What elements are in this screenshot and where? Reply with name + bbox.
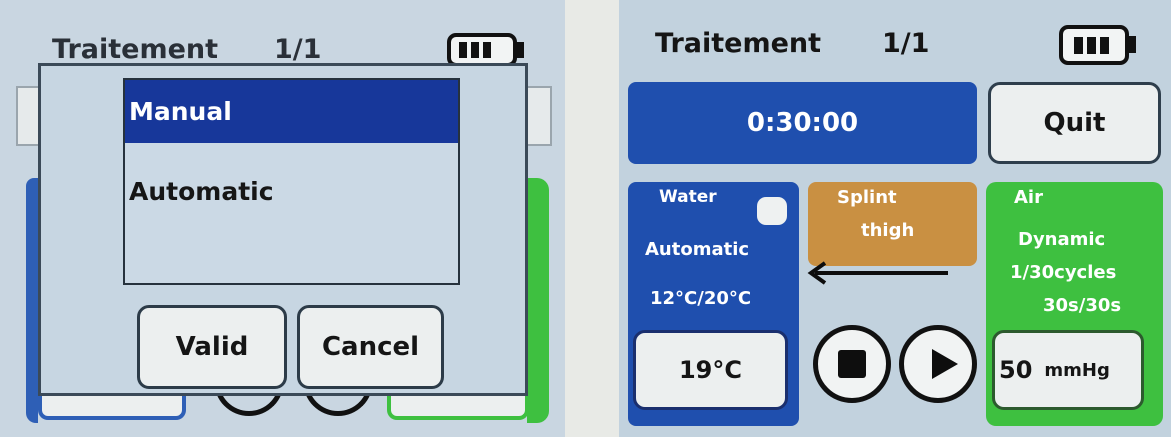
background-bottom-right-peek	[387, 396, 529, 420]
quit-button[interactable]: Quit	[988, 82, 1161, 164]
battery-icon	[1059, 25, 1129, 65]
mode-option-automatic-label: Automatic	[129, 176, 274, 206]
header-title: Traitement	[655, 28, 822, 59]
water-status-indicator	[757, 197, 787, 225]
cancel-button[interactable]: Cancel	[297, 305, 444, 389]
mode-dialog: Manual Automatic Valid Cancel	[38, 63, 528, 396]
mode-option-automatic[interactable]: Automatic	[125, 166, 458, 216]
battery-tip	[517, 42, 524, 58]
splint-line1: Splint	[837, 187, 897, 208]
water-panel[interactable]: Water Automatic 12°C/20°C 19°C	[628, 182, 799, 426]
valid-button[interactable]: Valid	[137, 305, 287, 389]
play-icon	[932, 349, 958, 379]
play-button[interactable]	[899, 325, 977, 403]
timer-value: 0:30:00	[746, 108, 859, 138]
mode-list: Manual Automatic	[123, 78, 460, 285]
stop-icon	[838, 350, 866, 378]
mode-option-manual[interactable]: Manual	[125, 80, 458, 143]
header-title: Traitement	[52, 34, 219, 65]
air-pressure-value: 50	[999, 356, 1033, 384]
valid-button-label: Valid	[175, 332, 249, 362]
cancel-button-label: Cancel	[321, 332, 420, 362]
air-title: Air	[1014, 187, 1043, 208]
right-device-screen: Traitement 1/1 0:30:00 Quit Water Automa…	[619, 0, 1171, 437]
left-device-screen: Traitement 1/1 Manual Automatic Valid Ca…	[0, 0, 565, 437]
stop-button[interactable]	[813, 325, 891, 403]
air-panel[interactable]: Air Dynamic 1/30cycles 30s/30s 50 mmHg	[986, 182, 1163, 426]
arrow-left-icon	[807, 261, 948, 285]
air-pressure-unit: mmHg	[1044, 359, 1110, 381]
air-cycles: 1/30cycles	[1010, 262, 1117, 283]
air-pressure-display[interactable]: 50 mmHg	[992, 330, 1144, 410]
splint-panel[interactable]: Splint thigh	[808, 182, 977, 266]
timer-display: 0:30:00	[628, 82, 977, 164]
background-panel-left-peek	[16, 86, 38, 146]
battery-icon	[447, 33, 517, 67]
quit-button-label: Quit	[1043, 108, 1106, 138]
background-bottom-left-peek	[38, 396, 186, 420]
header-page-indicator: 1/1	[882, 28, 930, 59]
background-air-peek	[527, 178, 549, 423]
air-timing: 30s/30s	[1043, 295, 1122, 316]
header-page-indicator: 1/1	[274, 34, 322, 65]
background-water-peek	[26, 178, 38, 423]
water-temperature-value: 19°C	[678, 356, 742, 384]
air-mode: Dynamic	[1018, 229, 1106, 250]
water-title: Water	[659, 187, 717, 207]
background-panel-right-peek	[528, 86, 552, 146]
water-mode: Automatic	[645, 239, 750, 260]
water-temperature-range: 12°C/20°C	[650, 288, 752, 309]
splint-line2: thigh	[861, 220, 915, 241]
photo-gap	[565, 0, 619, 437]
water-temperature-display[interactable]: 19°C	[633, 330, 788, 410]
mode-option-manual-label: Manual	[129, 97, 232, 126]
battery-tip	[1129, 36, 1136, 53]
